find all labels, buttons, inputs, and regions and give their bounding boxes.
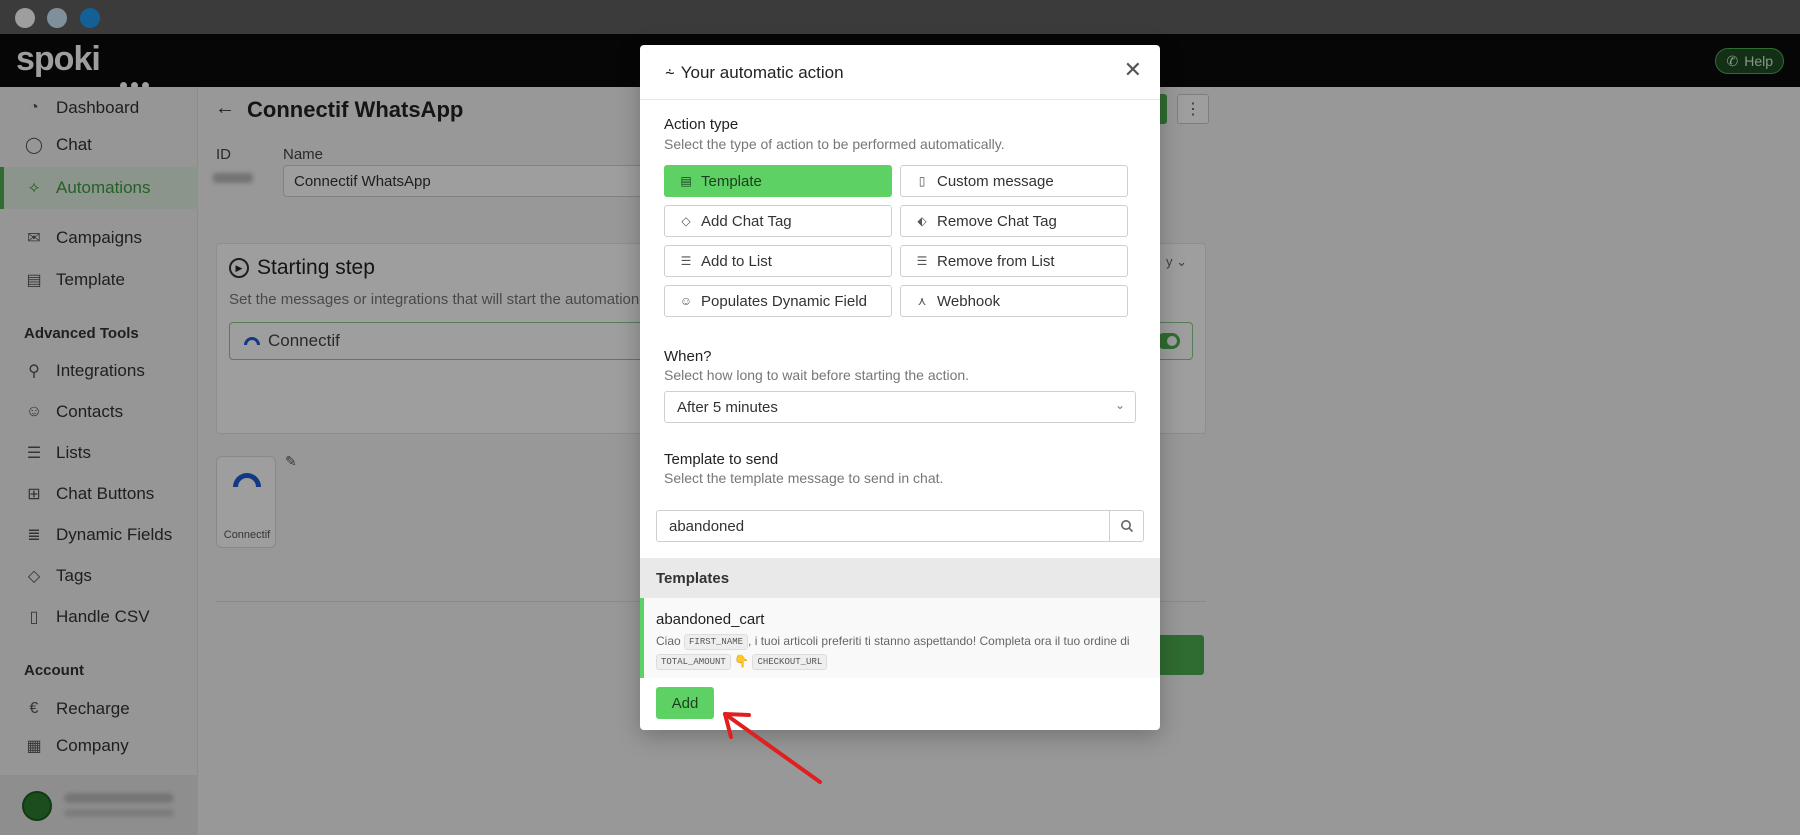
action-label: Remove Chat Tag <box>937 212 1057 230</box>
annotation-arrow-icon <box>723 712 822 784</box>
action-label: Template <box>701 172 762 190</box>
template-icon: ▤ <box>680 174 692 188</box>
action-icon: ⸞ <box>665 64 675 83</box>
modal-header: ⸞ Your automatic action ✕ <box>640 45 1160 100</box>
template-text: , i tuoi articoli preferiti ti stanno as… <box>748 634 1130 648</box>
action-webhook-button[interactable]: ⋏ Webhook <box>900 285 1128 317</box>
template-title: Template to send <box>664 451 779 468</box>
action-populates-dynamic-field-button[interactable]: ☺ Populates Dynamic Field <box>664 285 892 317</box>
document-icon: ▯ <box>918 174 926 188</box>
action-remove-chat-tag-button[interactable]: ⬖ Remove Chat Tag <box>900 205 1128 237</box>
variable-tag: TOTAL_AMOUNT <box>656 653 731 670</box>
variable-tag: CHECKOUT_URL <box>752 653 828 670</box>
search-input[interactable]: abandoned <box>669 518 744 535</box>
modal-title-text: Your automatic action <box>680 62 844 82</box>
action-type-subtitle: Select the type of action to be performe… <box>664 136 1005 152</box>
template-body: Ciao FIRST_NAME, i tuoi articoli preferi… <box>656 631 1146 671</box>
search-icon <box>1120 520 1133 533</box>
search-button[interactable] <box>1109 511 1143 541</box>
action-template-button[interactable]: ▤ Template <box>664 165 892 197</box>
close-icon[interactable]: ✕ <box>1124 59 1142 81</box>
tag-remove-icon: ⬖ <box>917 214 927 228</box>
when-select[interactable]: After 5 minutes ⌄ <box>664 391 1136 423</box>
when-subtitle: Select how long to wait before starting … <box>664 367 970 383</box>
when-title: When? <box>664 348 712 365</box>
action-label: Add Chat Tag <box>701 212 792 230</box>
webhook-icon: ⋏ <box>917 294 927 308</box>
action-label: Populates Dynamic Field <box>701 292 867 310</box>
modal-title: ⸞ Your automatic action <box>665 61 844 84</box>
action-label: Add to List <box>701 252 772 270</box>
template-name: abandoned_cart <box>656 611 765 628</box>
chevron-down-icon: ⌄ <box>1114 398 1125 412</box>
user-icon: ☺ <box>679 294 693 308</box>
action-type-title: Action type <box>664 116 739 133</box>
action-label: Remove from List <box>937 252 1055 270</box>
action-remove-from-list-button[interactable]: ☰ Remove from List <box>900 245 1128 277</box>
variable-tag: FIRST_NAME <box>684 633 749 650</box>
action-label: Custom message <box>937 172 1054 190</box>
add-button[interactable]: Add <box>656 687 714 719</box>
template-subtitle: Select the template message to send in c… <box>664 470 944 486</box>
templates-header: Templates <box>640 558 1160 598</box>
list-icon: ☰ <box>916 254 928 268</box>
action-label: Webhook <box>937 292 1001 310</box>
when-select-value: After 5 minutes <box>677 398 778 416</box>
tag-icon: ◇ <box>681 214 691 228</box>
template-item-abandoned-cart[interactable]: abandoned_cart Ciao FIRST_NAME, i tuoi a… <box>640 598 1160 678</box>
automatic-action-modal: ⸞ Your automatic action ✕ Action type Se… <box>640 45 1160 730</box>
template-search: abandoned <box>656 510 1144 542</box>
action-add-to-list-button[interactable]: ☰ Add to List <box>664 245 892 277</box>
action-custom-message-button[interactable]: ▯ Custom message <box>900 165 1128 197</box>
template-text: Ciao <box>656 634 681 648</box>
list-icon: ☰ <box>680 254 692 268</box>
pointing-down-icon: 👇 <box>734 654 750 668</box>
action-add-chat-tag-button[interactable]: ◇ Add Chat Tag <box>664 205 892 237</box>
